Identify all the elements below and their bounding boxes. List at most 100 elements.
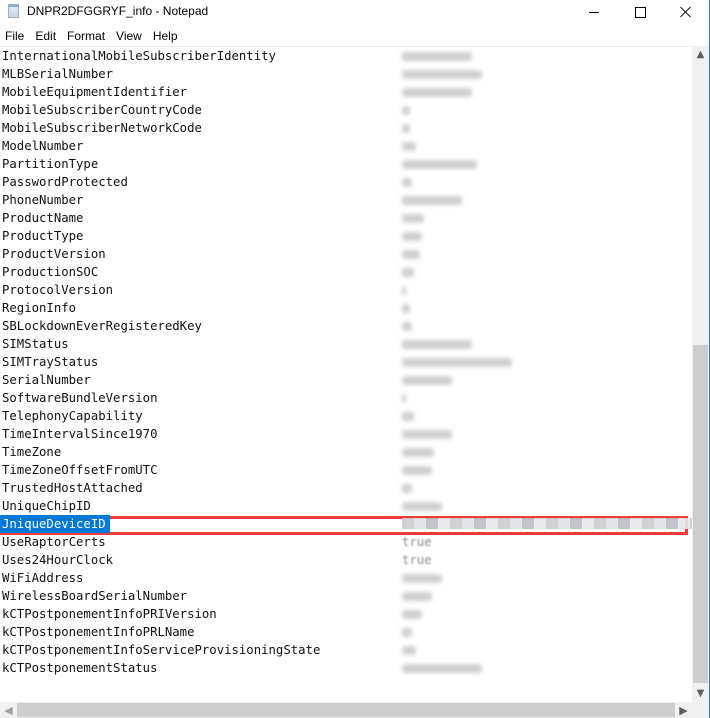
line-value xyxy=(402,47,472,66)
text-line[interactable]: MobileSubscriberNetworkCode xyxy=(2,119,692,137)
maximize-icon xyxy=(634,6,646,18)
redacted-value-bar xyxy=(402,502,442,511)
line-value xyxy=(402,155,477,174)
text-line[interactable]: TrustedHostAttached xyxy=(2,479,692,497)
menu-view[interactable]: View xyxy=(111,26,148,46)
vertical-scroll-thumb[interactable] xyxy=(693,345,708,683)
menu-edit[interactable]: Edit xyxy=(30,26,62,46)
text-line[interactable]: PasswordProtected xyxy=(2,173,692,191)
line-value xyxy=(402,173,412,192)
text-line[interactable]: PhoneNumber xyxy=(2,191,692,209)
scroll-left-arrow-icon[interactable]: ◀ xyxy=(0,702,17,718)
scroll-right-arrow-icon[interactable]: ▶ xyxy=(675,702,692,718)
line-key: kCTPostponementStatus xyxy=(2,661,158,675)
text-line[interactable]: TimeZoneOffsetFromUTC xyxy=(2,461,692,479)
text-line[interactable]: SerialNumber xyxy=(2,371,692,389)
pixelated-value xyxy=(402,518,692,529)
notepad-window: DNPR2DFGGRYF_info - Notepad File Edit Fo… xyxy=(0,0,710,718)
text-line[interactable]: JniqueDeviceID xyxy=(0,515,692,533)
menu-help[interactable]: Help xyxy=(148,26,184,46)
close-button[interactable] xyxy=(663,0,709,24)
window-title: DNPR2DFGGRYF_info - Notepad xyxy=(27,4,209,18)
text-line[interactable]: UseRaptorCerts true xyxy=(2,533,692,551)
line-key: SoftwareBundleVersion xyxy=(2,391,158,405)
text-line[interactable]: ProductName xyxy=(2,209,692,227)
text-line[interactable]: SIMStatus xyxy=(2,335,692,353)
text-line[interactable]: WirelessBoardSerialNumber xyxy=(2,587,692,605)
title-bar[interactable]: DNPR2DFGGRYF_info - Notepad xyxy=(0,0,709,24)
line-key: WirelessBoardSerialNumber xyxy=(2,589,188,603)
text-line[interactable]: ProtocolVersion xyxy=(2,281,692,299)
text-line[interactable]: PartitionType xyxy=(2,155,692,173)
text-line[interactable]: MobileSubscriberCountryCode xyxy=(2,101,692,119)
menu-format[interactable]: Format xyxy=(62,26,111,46)
redacted-value-bar xyxy=(402,340,472,349)
line-value xyxy=(402,137,416,156)
text-line[interactable]: ProductionSOC xyxy=(2,263,692,281)
text-line[interactable]: MLBSerialNumber xyxy=(2,65,692,83)
text-line[interactable]: kCTPostponementInfoPRLName xyxy=(2,623,692,641)
redacted-value-bar xyxy=(402,142,416,151)
redacted-value-bar xyxy=(402,628,412,637)
text-line[interactable]: TimeZone xyxy=(2,443,692,461)
line-value xyxy=(402,101,410,120)
redacted-value-bar xyxy=(402,394,406,403)
line-key: MobileSubscriberCountryCode xyxy=(2,103,202,117)
text-line[interactable]: ProductVersion xyxy=(2,245,692,263)
maximize-button[interactable] xyxy=(617,0,663,24)
text-editor-area[interactable]: InternationalMobileSubscriberIdentity MLB… xyxy=(0,46,692,703)
line-key: PasswordProtected xyxy=(2,175,128,189)
line-key: ModelNumber xyxy=(2,139,84,153)
line-value xyxy=(402,443,434,462)
text-line[interactable]: ModelNumber xyxy=(2,137,692,155)
text-line[interactable]: InternationalMobileSubscriberIdentity xyxy=(2,47,692,65)
vertical-scrollbar[interactable]: ▲ ▼ xyxy=(692,46,709,702)
text-line[interactable]: kCTPostponementInfoServiceProvisioningSt… xyxy=(2,641,692,659)
line-key: PhoneNumber xyxy=(2,193,84,207)
line-value xyxy=(402,335,472,354)
line-key: RegionInfo xyxy=(2,301,77,315)
redacted-value-bar xyxy=(402,430,452,439)
horizontal-scroll-thumb[interactable] xyxy=(17,703,675,717)
text-line[interactable]: kCTPostponementInfoPRIVersion xyxy=(2,605,692,623)
redacted-value-bar xyxy=(402,574,442,583)
line-key: TimeZone xyxy=(2,445,62,459)
line-value xyxy=(402,263,414,282)
text-line[interactable]: kCTPostponementStatus xyxy=(2,659,692,677)
text-line[interactable]: Uses24HourClock true xyxy=(2,551,692,569)
redacted-value-bar xyxy=(402,268,414,277)
redacted-value-bar xyxy=(402,196,462,205)
menu-bar: File Edit Format View Help xyxy=(0,26,709,46)
redacted-value-bar xyxy=(402,466,432,475)
scroll-up-arrow-icon[interactable]: ▲ xyxy=(692,46,709,63)
text-line[interactable]: SoftwareBundleVersion xyxy=(2,389,692,407)
line-key: TrustedHostAttached xyxy=(2,481,143,495)
line-value xyxy=(402,353,512,372)
text-line[interactable]: UniqueChipID xyxy=(2,497,692,515)
text-line[interactable]: MobileEquipmentIdentifier xyxy=(2,83,692,101)
text-line[interactable]: SIMTrayStatus xyxy=(2,353,692,371)
redacted-value-bar xyxy=(402,592,432,601)
line-value xyxy=(402,191,462,210)
horizontal-scrollbar[interactable]: ◀ ▶ xyxy=(0,702,692,718)
line-key: MobileEquipmentIdentifier xyxy=(2,85,188,99)
redacted-value-bar xyxy=(402,70,482,79)
redacted-value-bar xyxy=(402,88,472,97)
text-line[interactable]: RegionInfo xyxy=(2,299,692,317)
line-value xyxy=(402,407,414,426)
text-line[interactable]: WiFiAddress xyxy=(2,569,692,587)
minimize-button[interactable] xyxy=(571,0,617,24)
redacted-value-bar xyxy=(402,160,477,169)
line-value: true xyxy=(402,535,432,549)
menu-file[interactable]: File xyxy=(0,26,30,46)
scroll-down-arrow-icon[interactable]: ▼ xyxy=(692,685,709,702)
line-key: TimeZoneOffsetFromUTC xyxy=(2,463,158,477)
text-line[interactable]: SBLockdownEverRegisteredKey xyxy=(2,317,692,335)
text-line[interactable]: ProductType xyxy=(2,227,692,245)
text-line[interactable]: TimeIntervalSince1970 xyxy=(2,425,692,443)
line-value xyxy=(402,209,424,228)
text-line[interactable]: TelephonyCapability xyxy=(2,407,692,425)
line-value xyxy=(402,497,442,516)
line-key: kCTPostponementInfoPRIVersion xyxy=(2,607,217,621)
line-value xyxy=(402,569,442,588)
